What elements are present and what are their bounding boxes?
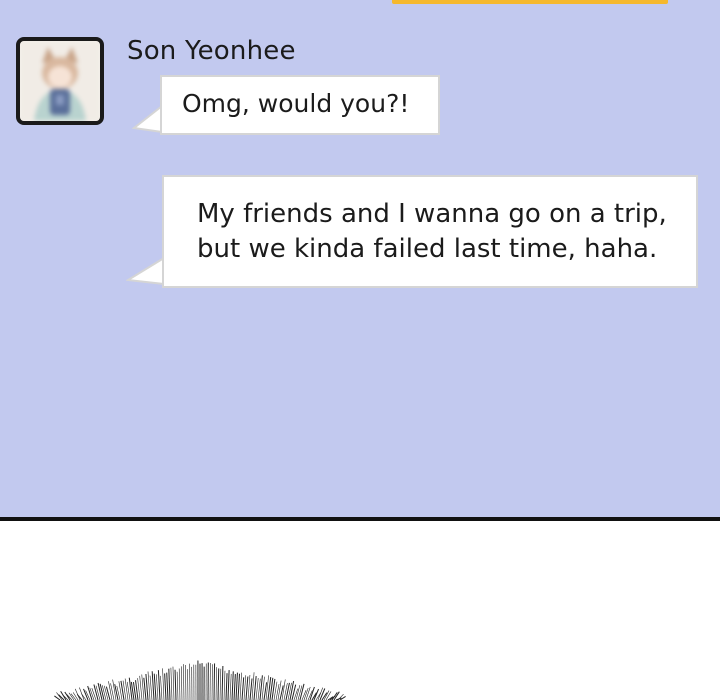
- message-bubble: My friends and I wanna go on a trip, but…: [162, 175, 698, 288]
- panel-border: [0, 517, 720, 521]
- speed-lines: [54, 660, 346, 700]
- chat-panel: Son Yeonhee Omg, would you?! My friends …: [0, 0, 720, 518]
- avatar[interactable]: [16, 37, 104, 125]
- avatar-image: [20, 41, 100, 121]
- previous-bubble-edge: [392, 0, 668, 4]
- message-text: My friends and I wanna go on a trip, but…: [197, 199, 667, 264]
- message-bubble: Omg, would you?!: [160, 75, 440, 135]
- sender-name: Son Yeonhee: [127, 36, 296, 66]
- bubble-tail: [126, 256, 166, 286]
- message-text: Omg, would you?!: [182, 89, 410, 118]
